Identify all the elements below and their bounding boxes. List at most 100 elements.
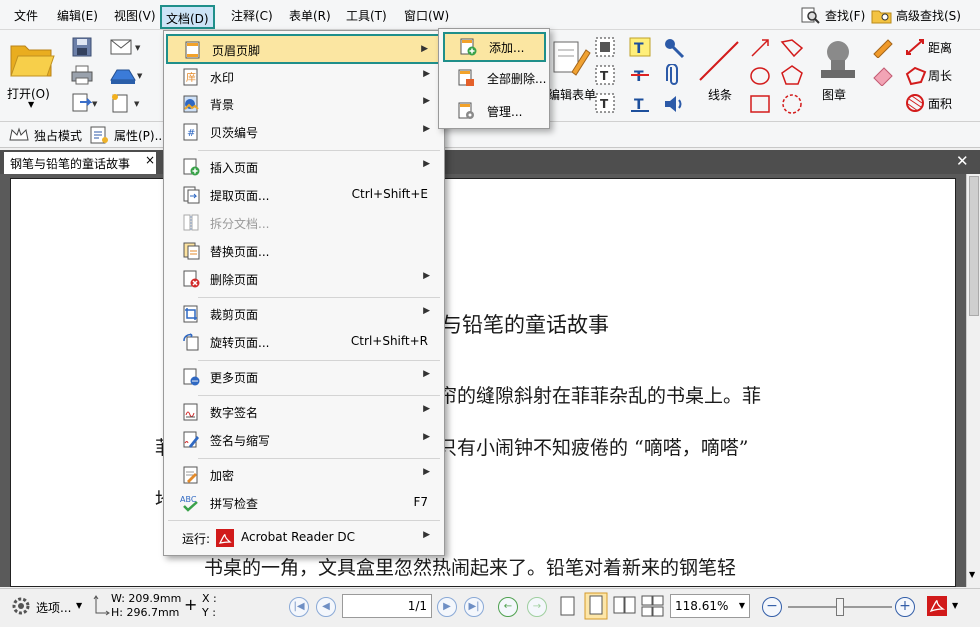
gear-icon[interactable] [10, 595, 32, 617]
submenu-item-remove-all[interactable]: 全部删除... [443, 64, 546, 92]
zoom-value[interactable]: 118.61% [675, 599, 728, 613]
single-page-icon[interactable] [558, 594, 578, 618]
menu-item-spell-check[interactable]: ABC 拼写检查 F7 [166, 490, 442, 516]
menu-item-rotate-pages[interactable]: 旋转页面... Ctrl+Shift+R [166, 329, 442, 355]
area-label[interactable]: 面积 [928, 95, 952, 112]
options-label[interactable]: 选项... [36, 599, 71, 616]
scroll-down-icon[interactable]: ▼ [969, 570, 975, 579]
menu-item-crop-pages[interactable]: 裁剪页面 ▶ [166, 301, 442, 327]
menu-item-delete-pages[interactable]: 删除页面 ▶ [166, 266, 442, 292]
text-tool-icon[interactable]: T [628, 92, 652, 114]
new-document-icon[interactable]: ▼ [108, 92, 146, 114]
menu-file[interactable]: 文件 [14, 7, 38, 25]
previous-page-icon[interactable]: ◀ [316, 597, 336, 617]
vertical-scrollbar[interactable]: ▼ [966, 174, 980, 587]
menu-window[interactable]: 窗口(W) [404, 7, 449, 25]
page-number-input[interactable]: 1/1 [342, 594, 432, 618]
pencil-icon[interactable] [870, 36, 896, 58]
page-number-value[interactable]: 1/1 [408, 599, 427, 613]
typewriter-icon[interactable]: T [628, 36, 652, 58]
print-icon[interactable] [70, 64, 94, 86]
close-all-icon[interactable]: ✕ [956, 152, 969, 170]
facing-pages-icon[interactable] [612, 594, 638, 618]
adobe-acrobat-icon[interactable] [926, 595, 948, 617]
submenu-arrow-icon: ▶ [423, 306, 430, 316]
distance-label[interactable]: 距离 [928, 39, 952, 56]
options-dropdown-icon[interactable]: ▼ [76, 601, 82, 610]
document-tab[interactable]: 钢笔与铅笔的童话故事 × [4, 152, 156, 174]
text-field-icon[interactable]: T [594, 64, 616, 86]
advanced-find-button[interactable]: 高级查找(S) [871, 6, 961, 24]
submenu-item-add[interactable]: 添加... [443, 32, 546, 62]
eraser-icon[interactable] [870, 64, 896, 86]
submenu-item-manage[interactable]: 管理... [443, 97, 546, 125]
continuous-page-icon[interactable] [584, 592, 608, 620]
menu-form[interactable]: 表单(R) [289, 7, 331, 25]
digital-signature-icon [183, 403, 198, 421]
save-icon[interactable] [70, 36, 94, 58]
crown-icon[interactable] [8, 126, 30, 144]
sound-icon[interactable] [662, 92, 686, 116]
continuous-facing-icon[interactable] [640, 594, 666, 618]
acrobat-dropdown-icon[interactable]: ▼ [952, 601, 958, 610]
menu-item-extract-pages[interactable]: 提取页面... Ctrl+Shift+E [166, 182, 442, 208]
chevron-down-icon[interactable]: ▼ [28, 100, 34, 109]
menu-comment[interactable]: 注释(C) [231, 7, 273, 25]
menu-item-digital-signature[interactable]: 数字签名 ▶ [166, 399, 442, 425]
email-icon[interactable]: ▼ [108, 36, 146, 58]
submenu-arrow-icon: ▶ [423, 159, 430, 169]
attachment-icon[interactable] [662, 64, 686, 88]
menu-item-watermark[interactable]: 庠 水印 ▶ [166, 64, 442, 90]
menu-item-insert-pages[interactable]: 插入页面 ▶ [166, 154, 442, 180]
edit-form-label[interactable]: 编辑表单 [548, 86, 596, 103]
next-page-icon[interactable]: ▶ [437, 597, 457, 617]
zoom-in-icon[interactable]: + [895, 597, 915, 617]
scrollbar-thumb[interactable] [969, 176, 979, 316]
shape-tools-icon[interactable] [748, 36, 808, 120]
scanner-icon[interactable]: ▼ [108, 64, 146, 86]
find-button[interactable]: 查找(F) [800, 6, 865, 24]
back-icon[interactable]: ← [498, 597, 518, 617]
lines-label[interactable]: 线条 [708, 86, 732, 103]
menu-item-encrypt[interactable]: 加密 ▶ [166, 462, 442, 488]
edit-form-icon[interactable] [552, 38, 592, 78]
stamp-icon[interactable] [815, 36, 861, 82]
text-box-icon[interactable]: T [594, 92, 616, 114]
exclusive-mode-label[interactable]: 独占模式 [34, 127, 82, 144]
zoom-slider-thumb[interactable] [836, 598, 844, 616]
document-viewport[interactable]: 与铅笔的童话故事 帘的缝隙斜射在菲菲杂乱的书桌上。菲 菲 只有小闹钟不知疲倦的 … [0, 174, 966, 587]
menu-item-header-footer[interactable]: 页眉页脚 ▶ [166, 34, 442, 64]
zoom-out-icon[interactable]: − [762, 597, 782, 617]
properties-icon[interactable] [88, 125, 112, 145]
tab-close-icon[interactable]: × [145, 153, 155, 167]
stamp-label[interactable]: 图章 [822, 86, 846, 103]
menu-item-bates-numbering[interactable]: # 贝茨编号 ▶ [166, 119, 442, 145]
properties-label[interactable]: 属性(P)... [114, 127, 166, 144]
strikeout-text-icon[interactable]: T [628, 64, 652, 86]
form-field-icon[interactable] [594, 36, 616, 58]
menu-item-background[interactable]: 背景 ▶ [166, 91, 442, 117]
menu-tools[interactable]: 工具(T) [346, 7, 387, 25]
document-tab-title[interactable]: 钢笔与铅笔的童话故事 [10, 157, 130, 171]
last-page-icon[interactable]: ▶| [464, 597, 484, 617]
area-icon[interactable] [903, 92, 929, 114]
open-folder-icon[interactable] [8, 38, 56, 80]
zoom-select[interactable]: 118.61% ▼ [670, 594, 750, 618]
menu-view[interactable]: 视图(V) [114, 7, 156, 25]
zoom-dropdown-icon[interactable]: ▼ [739, 601, 745, 610]
menu-item-label: 贝茨编号 [210, 126, 259, 140]
menu-edit[interactable]: 编辑(E) [57, 7, 98, 25]
key-icon[interactable] [662, 36, 686, 60]
line-tool-icon[interactable] [696, 38, 742, 84]
forward-icon[interactable]: → [527, 597, 547, 617]
menu-item-replace-pages[interactable]: 替换页面... [166, 238, 442, 264]
menu-document[interactable]: 文档(D) [160, 5, 215, 29]
distance-icon[interactable] [903, 36, 929, 58]
menu-item-run-acrobat[interactable]: 运行: Acrobat Reader DC ▶ [166, 525, 442, 551]
perimeter-icon[interactable] [903, 64, 929, 86]
export-icon[interactable]: ▼ [70, 92, 100, 114]
perimeter-label[interactable]: 周长 [928, 67, 952, 84]
menu-item-sign-initials[interactable]: 签名与缩写 ▶ [166, 427, 442, 453]
first-page-icon[interactable]: |◀ [289, 597, 309, 617]
menu-item-more-pages[interactable]: 更多页面 ▶ [166, 364, 442, 390]
